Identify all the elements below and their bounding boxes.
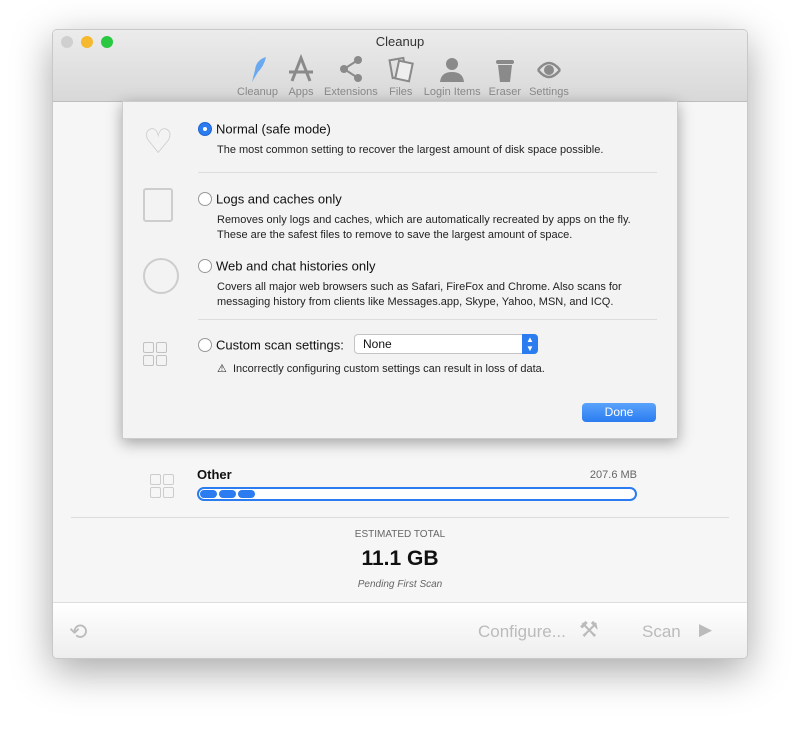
radio-logs[interactable]: [198, 191, 212, 206]
category-row-other: Other 207.6 MB: [197, 467, 637, 501]
tab-apps[interactable]: Apps: [284, 54, 318, 98]
title-bar: Cleanup Cleanup Apps Extensions Files Lo…: [53, 30, 747, 102]
files-icon: [388, 56, 414, 83]
progress-segment: [200, 490, 217, 498]
share-icon: [339, 56, 362, 82]
tab-settings[interactable]: Settings: [527, 54, 571, 98]
radio-normal[interactable]: [198, 121, 212, 136]
option-normal[interactable]: Normal (safe mode) The most common setti…: [198, 120, 603, 158]
tab-files[interactable]: Files: [384, 54, 418, 98]
radio-web[interactable]: [198, 258, 212, 273]
option-web[interactable]: Web and chat histories only Covers all m…: [198, 257, 622, 310]
done-button[interactable]: Done: [582, 403, 656, 422]
warning-icon: ⚠: [217, 363, 227, 375]
footer: ⟲ Configure... ⚒ Scan ▶: [53, 602, 747, 658]
tab-login-items[interactable]: Login Items: [422, 54, 483, 98]
tab-cleanup[interactable]: Cleanup: [235, 54, 280, 98]
scan-button[interactable]: Scan: [642, 622, 681, 642]
total-label: ESTIMATED TOTAL: [354, 529, 446, 540]
window-title: Cleanup: [375, 34, 425, 49]
chevron-updown-icon: ▲ ▼: [522, 334, 538, 354]
user-icon: [440, 58, 465, 82]
scan-status: Pending First Scan: [357, 579, 443, 590]
radio-custom[interactable]: [198, 337, 212, 352]
feather-icon: [252, 57, 267, 82]
warning: ⚠ Incorrectly configuring custom setting…: [217, 363, 545, 375]
settings-icon: [536, 61, 561, 79]
refresh-icon[interactable]: ⟲: [69, 619, 87, 645]
tools-icon: ⚒: [579, 617, 599, 642]
tab-extensions[interactable]: Extensions: [322, 54, 380, 98]
configure-button[interactable]: Configure...: [478, 622, 566, 642]
custom-settings-select[interactable]: None ▲ ▼: [354, 334, 538, 354]
tab-eraser[interactable]: Eraser: [487, 54, 523, 98]
scan-settings-sheet: ♡ Normal (safe mode) The most common set…: [122, 101, 678, 439]
toolbar: Cleanup Apps Extensions Files Login Item…: [235, 54, 571, 98]
progress-segment: [219, 490, 236, 498]
grid-icon: [143, 342, 167, 366]
grid-icon: [150, 474, 174, 498]
trash-icon: [495, 60, 514, 82]
total-value: 11.1 GB: [361, 547, 439, 570]
app-store-icon: [288, 54, 313, 82]
play-icon: ▶: [699, 620, 713, 639]
progress-segment: [238, 490, 255, 498]
option-custom[interactable]: Custom scan settings:: [198, 336, 344, 354]
globe-icon: [143, 258, 179, 294]
progress-bar: [197, 487, 637, 501]
document-icon: [143, 188, 173, 222]
option-logs[interactable]: Logs and caches only Removes only logs a…: [198, 190, 631, 243]
heart-icon: ♡: [143, 123, 174, 161]
